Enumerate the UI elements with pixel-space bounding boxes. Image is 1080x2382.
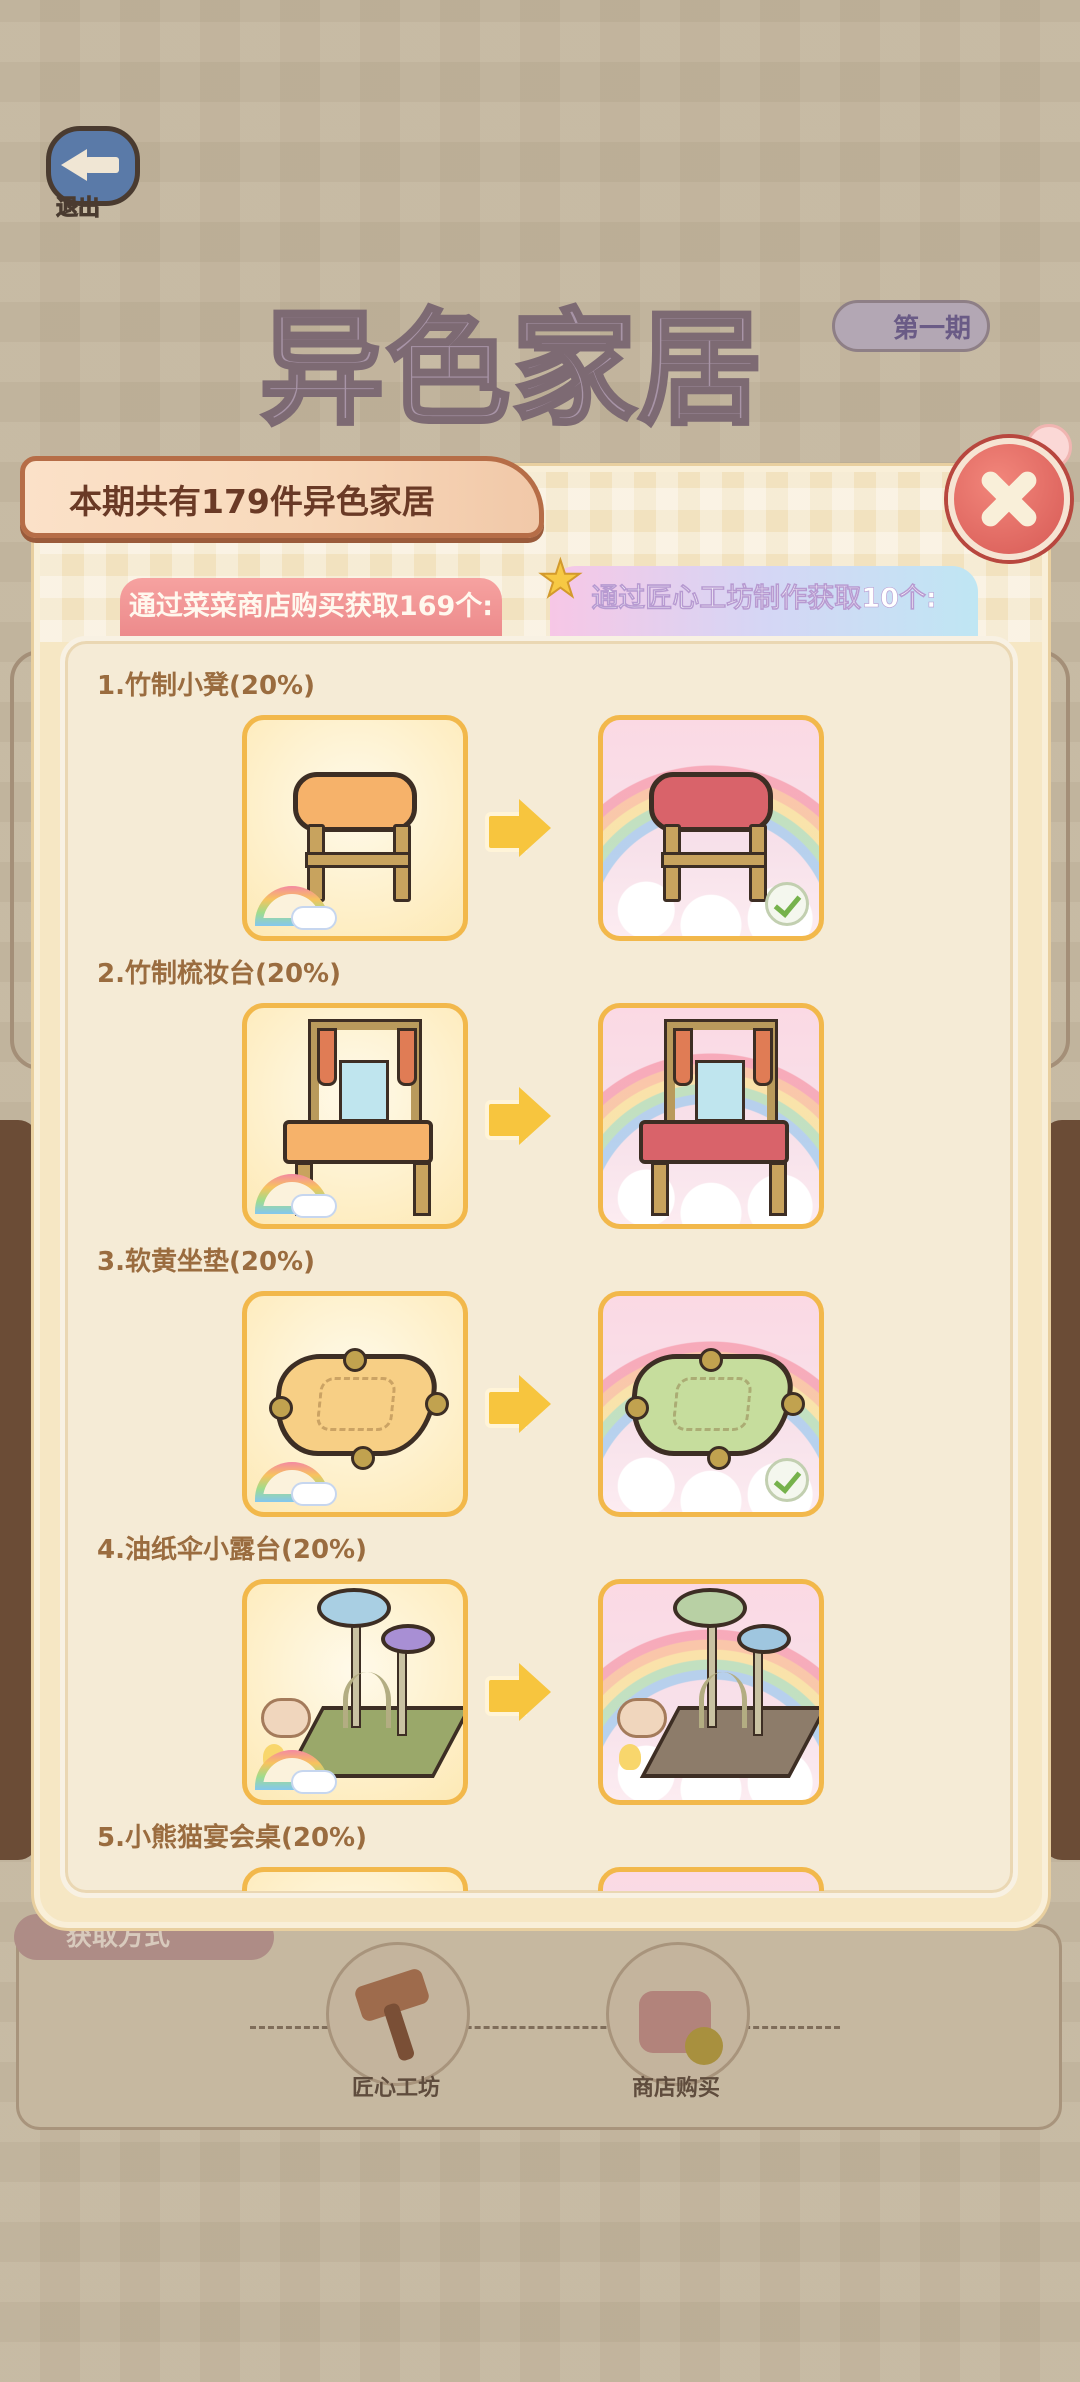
list-item: 2.竹制梳妆台(20%) — [65, 933, 1013, 1229]
item-original-thumb[interactable] — [242, 1291, 468, 1517]
item-label: 1.竹制小凳(20%) — [97, 671, 315, 701]
item-label: 3.软黄坐垫(20%) — [97, 1247, 315, 1277]
list-item: 5.小熊猫宴会桌(20%) — [65, 1797, 1013, 1891]
modal-title: 本期共有179件异色家居 — [69, 482, 435, 521]
tab-shop-purchase[interactable]: 通过菜菜商店购买获取169个: — [120, 578, 502, 638]
list-item: 1.竹制小凳(20%) — [65, 645, 1013, 941]
umbrella-icon — [673, 1588, 747, 1628]
rainbow-icon — [255, 1174, 335, 1216]
list-item: 3.软黄坐垫(20%) — [65, 1221, 1013, 1517]
event-title: 异色家居 — [258, 296, 765, 444]
owned-check-icon — [765, 1458, 809, 1502]
item-variant-thumb[interactable] — [598, 1291, 824, 1517]
list-item: 4.油纸伞小露台(20%) — [65, 1509, 1013, 1805]
hammer-icon — [326, 1942, 470, 2086]
item-variant-thumb[interactable] — [598, 1003, 824, 1229]
item-label: 4.油纸伞小露台(20%) — [97, 1535, 367, 1565]
arrow-right-icon — [485, 1663, 551, 1721]
tab-workshop-craft[interactable]: 通过匠心工坊制作获取10个: — [550, 566, 978, 638]
modal-title-ribbon: 本期共有179件异色家居 — [20, 456, 544, 538]
owned-check-icon — [765, 882, 809, 926]
arrow-right-icon — [485, 799, 551, 857]
umbrella-icon — [317, 1588, 391, 1628]
exit-label: 退出 — [55, 196, 101, 222]
rainbow-icon — [255, 1462, 335, 1504]
item-original-thumb[interactable] — [242, 1003, 468, 1229]
furniture-list-panel[interactable]: 1.竹制小凳(20%) 2.竹制梳妆台(20%) 3.软黄坐垫(20%) 4.油… — [60, 636, 1018, 1898]
item-original-thumb[interactable] — [242, 715, 468, 941]
close-button[interactable] — [948, 438, 1070, 560]
item-original-thumb[interactable] — [242, 1579, 468, 1805]
source-shop-label: 商店购买 — [631, 2076, 720, 2101]
background-side-panel-left — [0, 1120, 38, 1860]
item-original-thumb[interactable] — [242, 1867, 468, 1891]
item-variant-thumb[interactable] — [598, 715, 824, 941]
arrow-right-icon — [485, 1375, 551, 1433]
source-workshop-label: 匠心工坊 — [351, 2076, 440, 2101]
bulb-icon — [619, 1744, 641, 1770]
issue-badge: 第一期 — [832, 300, 990, 352]
item-variant-thumb[interactable] — [598, 1579, 824, 1805]
source-workshop[interactable]: 匠心工坊 — [326, 1942, 470, 2102]
item-variant-thumb[interactable] — [598, 1867, 824, 1891]
item-label: 5.小熊猫宴会桌(20%) — [97, 1823, 367, 1853]
cat-icon — [617, 1698, 667, 1738]
shopping-bag-icon — [606, 1942, 750, 2086]
source-shop[interactable]: 商店购买 — [606, 1942, 750, 2102]
item-label: 2.竹制梳妆台(20%) — [97, 959, 341, 989]
furniture-list-scroll[interactable]: 1.竹制小凳(20%) 2.竹制梳妆台(20%) 3.软黄坐垫(20%) 4.油… — [65, 641, 1013, 1891]
exit-button[interactable]: 退出 — [38, 118, 140, 228]
star-icon: ★ — [537, 550, 584, 608]
stool-variant-icon — [649, 772, 773, 832]
arrow-right-icon — [485, 1087, 551, 1145]
cat-icon — [261, 1698, 311, 1738]
stool-icon — [293, 772, 417, 832]
